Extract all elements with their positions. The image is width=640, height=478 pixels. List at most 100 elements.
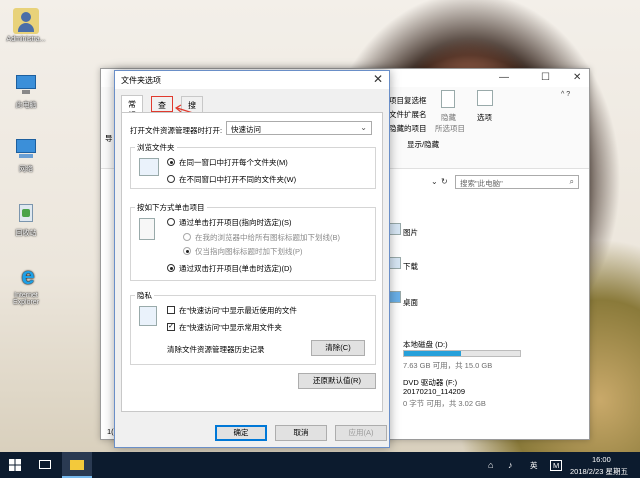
- hide-selected-icon: [441, 90, 455, 108]
- single-click-label[interactable]: 通过单击打开项目(指向时选定)(S): [179, 217, 292, 228]
- clear-history-button[interactable]: 清除(C): [311, 340, 365, 356]
- recent-files-label[interactable]: 在"快速访问"中显示最近使用的文件: [179, 305, 297, 316]
- ribbon-collapse-icon[interactable]: ^ ?: [561, 91, 570, 98]
- network-icon: [13, 136, 39, 162]
- show-hide-group-label: 显示/隐藏: [407, 140, 440, 149]
- desktop-icon-label: 回收站: [15, 230, 37, 237]
- internet-explorer-icon: e: [21, 263, 35, 290]
- browse-folders-group: 浏览文件夹 在同一窗口中打开每个文件夹(M) 在不同窗口中打开不同的文件夹(W): [130, 142, 376, 189]
- ok-button[interactable]: 确定: [215, 425, 267, 441]
- download-folder-icon: [389, 257, 401, 269]
- desktop-icon-label: 此电脑: [15, 102, 37, 109]
- browse-same-window-label[interactable]: 在同一窗口中打开每个文件夹(M): [179, 157, 288, 168]
- folder-desktop[interactable]: 桌面: [403, 297, 418, 308]
- options-icon: [477, 90, 493, 106]
- browse-folders-icon: [139, 158, 159, 176]
- double-click-label[interactable]: 通过双击打开项目(单击时选定)(D): [179, 263, 292, 274]
- folder-downloads[interactable]: 下载: [403, 261, 418, 272]
- drive-d-usage-bar: [403, 350, 521, 357]
- tab-view[interactable]: 查看: [151, 96, 173, 121]
- desktop-icon-label: Administra...: [6, 36, 46, 43]
- hide-selected-label2: 所选项目: [435, 124, 465, 133]
- desktop-icon-this-pc[interactable]: 此电脑: [2, 72, 50, 110]
- desktop-icon-ie[interactable]: e Internet Explorer: [2, 263, 50, 307]
- desktop-icon-label: 网络: [19, 166, 33, 173]
- recycle-bin-icon: [13, 200, 39, 226]
- desktop-icon-network[interactable]: 网络: [2, 136, 50, 174]
- user-folder-icon: [13, 8, 39, 34]
- explorer-taskbar-button[interactable]: [62, 452, 92, 478]
- browse-same-window-radio[interactable]: [167, 158, 175, 166]
- nav-pane-label[interactable]: 导: [105, 133, 113, 144]
- dialog-title: 文件夹选项: [121, 76, 161, 85]
- underline-point-label: 仅当指向图标标题时加下划线(P): [195, 247, 303, 256]
- apply-button[interactable]: 应用(A): [335, 425, 387, 441]
- desktop-icon-label: Internet Explorer: [12, 292, 40, 306]
- restore-defaults-button[interactable]: 还原默认值(R): [298, 373, 376, 389]
- dropdown-arrow-icon[interactable]: ⌄: [431, 177, 438, 186]
- click-items-group: 按如下方式单击项目 通过单击打开项目(指向时选定)(S) 在我的浏览器中给所有图…: [130, 202, 376, 281]
- underline-browser-radio[interactable]: [183, 233, 191, 241]
- click-cursor-icon: [139, 218, 155, 240]
- underline-point-radio[interactable]: [183, 247, 191, 255]
- clock-time[interactable]: 16:00: [592, 455, 611, 464]
- tab-general[interactable]: 常规: [121, 95, 143, 120]
- general-tab-panel: 打开文件资源管理器时打开: 快速访问 ⌄ 浏览文件夹 在同一窗口中打开每个文件夹…: [121, 112, 383, 412]
- open-explorer-label: 打开文件资源管理器时打开:: [130, 126, 223, 135]
- browse-new-window-label[interactable]: 在不同窗口中打开不同的文件夹(W): [179, 174, 296, 185]
- single-click-radio[interactable]: [167, 218, 175, 226]
- click-items-legend: 按如下方式单击项目: [135, 202, 207, 213]
- privacy-legend: 隐私: [135, 290, 154, 301]
- minimize-icon[interactable]: —: [499, 72, 509, 83]
- cancel-button[interactable]: 取消: [275, 425, 327, 441]
- start-button[interactable]: [0, 452, 30, 478]
- folder-options-dialog[interactable]: 文件夹选项 ✕ 常规 查看 搜索 打开文件资源管理器时打开: 快速访问 ⌄ 浏览…: [114, 70, 390, 448]
- refresh-icon[interactable]: ↻: [441, 177, 448, 186]
- double-click-radio[interactable]: [167, 264, 175, 272]
- windows-logo-icon: [9, 459, 21, 471]
- folder-pictures[interactable]: 图片: [403, 227, 418, 238]
- drive-d-usage: 7.63 GB 可用，共 15.0 GB: [403, 361, 493, 370]
- hide-selected-label[interactable]: 隐藏: [441, 112, 456, 123]
- computer-icon: [13, 72, 39, 98]
- chevron-down-icon: ⌄: [360, 123, 367, 132]
- options-button[interactable]: 选项: [477, 112, 492, 123]
- ime-mode-indicator[interactable]: M: [550, 460, 563, 471]
- drive-f-label: 20170210_114209: [403, 387, 466, 396]
- maximize-icon[interactable]: ☐: [541, 72, 550, 83]
- browse-new-window-radio[interactable]: [167, 175, 175, 183]
- file-extension-option[interactable]: 文件扩展名: [389, 109, 427, 120]
- browse-folders-legend: 浏览文件夹: [135, 142, 177, 153]
- close-icon[interactable]: ✕: [373, 72, 383, 86]
- recent-files-checkbox[interactable]: [167, 306, 175, 314]
- frequent-folders-checkbox[interactable]: ✓: [167, 323, 175, 331]
- drive-f-usage: 0 字节 可用，共 3.02 GB: [403, 399, 486, 408]
- drive-d-usage-fill: [404, 351, 461, 356]
- item-checkbox-option[interactable]: 项目复选框: [389, 95, 427, 106]
- search-input[interactable]: 搜索"此电脑" ⌕: [455, 175, 579, 189]
- desktop-folder-icon: [389, 291, 401, 303]
- search-icon: ⌕: [569, 177, 574, 186]
- desktop-icon-user[interactable]: Administra...: [2, 8, 50, 43]
- folder-icon: [70, 460, 84, 470]
- close-icon[interactable]: ✕: [573, 72, 581, 83]
- dialog-titlebar: 文件夹选项 ✕: [115, 71, 389, 89]
- clock-date[interactable]: 2018/2/23 星期五: [570, 466, 628, 477]
- ime-language-indicator[interactable]: 英: [530, 460, 538, 471]
- underline-browser-label: 在我的浏览器中给所有图标标题加下划线(B): [195, 233, 340, 242]
- volume-tray-icon[interactable]: ♪: [508, 460, 513, 470]
- pictures-folder-icon: [389, 223, 401, 235]
- privacy-group: 隐私 在"快速访问"中显示最近使用的文件 ✓ 在"快速访问"中显示常用文件夹 清…: [130, 290, 376, 365]
- hidden-items-option[interactable]: 隐藏的项目: [389, 123, 427, 134]
- privacy-shield-icon: [139, 306, 157, 326]
- frequent-folders-label[interactable]: 在"快速访问"中显示常用文件夹: [179, 322, 282, 333]
- clear-history-label: 清除文件资源管理器历史记录: [167, 345, 265, 354]
- desktop-icon-recycle-bin[interactable]: 回收站: [2, 200, 50, 238]
- network-tray-icon[interactable]: ⌂: [488, 460, 493, 470]
- task-view-button[interactable]: [30, 452, 60, 478]
- task-view-icon: [39, 460, 51, 469]
- item-count: 1(: [107, 427, 114, 436]
- open-explorer-select[interactable]: 快速访问 ⌄: [226, 121, 372, 135]
- taskbar: ⌂ ♪ 英 M 16:00 2018/2/23 星期五: [0, 452, 640, 478]
- drive-d-name[interactable]: 本地磁盘 (D:): [403, 339, 448, 350]
